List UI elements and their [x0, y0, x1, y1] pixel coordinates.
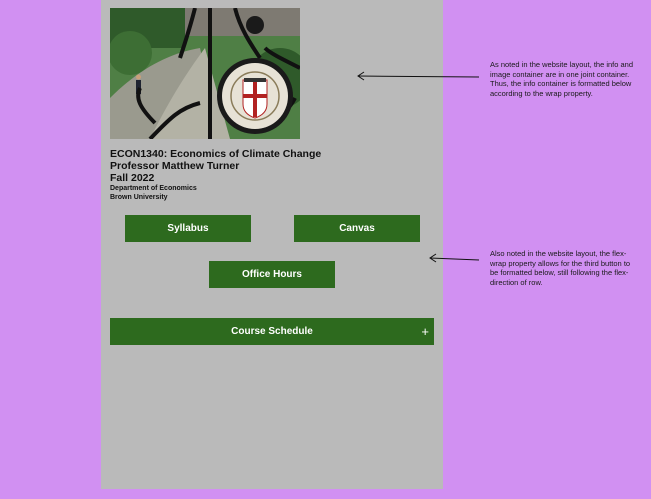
arrow-icon-1	[357, 71, 480, 81]
annotation-note-2: Also noted in the website layout, the fl…	[490, 249, 631, 287]
arrow-icon-2	[429, 253, 480, 263]
annotation-note-1: As noted in the website layout, the info…	[490, 60, 634, 98]
